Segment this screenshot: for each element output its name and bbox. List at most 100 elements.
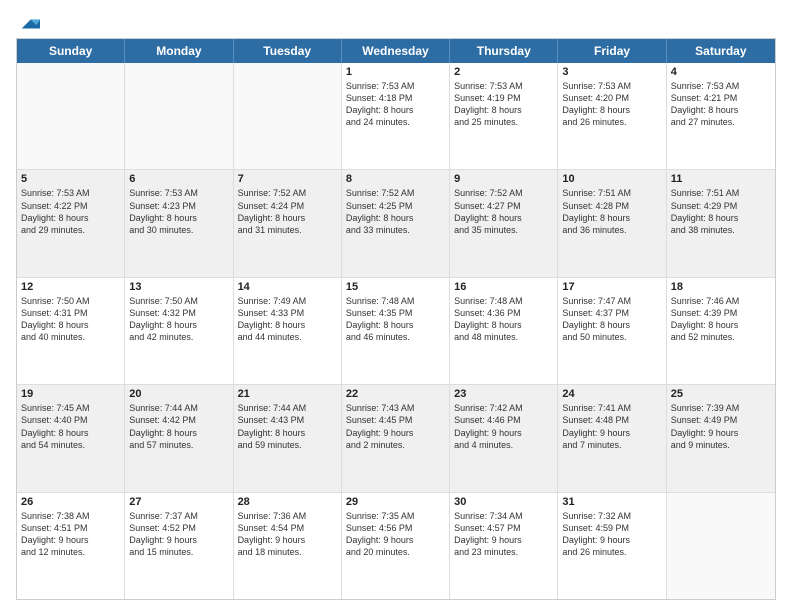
day-number: 27: [129, 496, 228, 508]
cell-info-text: Sunrise: 7:53 AM Sunset: 4:23 PM Dayligh…: [129, 187, 228, 236]
calendar-cell-2-5: 17Sunrise: 7:47 AM Sunset: 4:37 PM Dayli…: [558, 278, 666, 384]
calendar-cell-4-0: 26 Sunrise: 7:38 AM Sunset: 4:51 PM Dayli…: [17, 493, 125, 599]
day-number: 13: [129, 281, 228, 293]
header: [16, 12, 776, 30]
calendar-cell-2-2: 14 Sunrise: 7:49 AM Sunset: 4:33 PM Dayli…: [234, 278, 342, 384]
day-number: 23: [454, 388, 553, 400]
day-number: 29: [346, 496, 445, 508]
day-number: 22: [346, 388, 445, 400]
cell-info-text: Sunrise: 7:48 AM Sunset: 4:36 PM Dayligh…: [454, 295, 553, 344]
calendar-cell-1-1: 6 Sunrise: 7:53 AM Sunset: 4:23 PM Daylig…: [125, 170, 233, 276]
weekday-header-sunday: Sunday: [17, 39, 125, 63]
calendar-cell-1-4: 9Sunrise: 7:52 AM Sunset: 4:27 PM Daylig…: [450, 170, 558, 276]
calendar-cell-1-3: 8 Sunrise: 7:52 AM Sunset: 4:25 PM Daylig…: [342, 170, 450, 276]
cell-info-text: Sunrise: 7:45 AM Sunset: 4:40 PM Dayligh…: [21, 402, 120, 451]
calendar-cell-3-6: 25 Sunrise: 7:39 AM Sunset: 4:49 PM Dayli…: [667, 385, 775, 491]
calendar-cell-4-3: 29 Sunrise: 7:35 AM Sunset: 4:56 PM Dayli…: [342, 493, 450, 599]
calendar-cell-4-2: 28 Sunrise: 7:36 AM Sunset: 4:54 PM Dayli…: [234, 493, 342, 599]
cell-info-text: Sunrise: 7:44 AM Sunset: 4:42 PM Dayligh…: [129, 402, 228, 451]
calendar-cell-0-1: [125, 63, 233, 169]
calendar-row-3: 19Sunrise: 7:45 AM Sunset: 4:40 PM Dayli…: [17, 385, 775, 492]
cell-info-text: Sunrise: 7:51 AM Sunset: 4:28 PM Dayligh…: [562, 187, 661, 236]
calendar-cell-3-1: 20Sunrise: 7:44 AM Sunset: 4:42 PM Dayli…: [125, 385, 233, 491]
calendar-cell-0-4: 2 Sunrise: 7:53 AM Sunset: 4:19 PM Daylig…: [450, 63, 558, 169]
calendar-row-2: 12 Sunrise: 7:50 AM Sunset: 4:31 PM Dayli…: [17, 278, 775, 385]
day-number: 31: [562, 496, 661, 508]
weekday-header-monday: Monday: [125, 39, 233, 63]
calendar-row-1: 5Sunrise: 7:53 AM Sunset: 4:22 PM Daylig…: [17, 170, 775, 277]
day-number: 6: [129, 173, 228, 185]
cell-info-text: Sunrise: 7:42 AM Sunset: 4:46 PM Dayligh…: [454, 402, 553, 451]
calendar-cell-0-3: 1 Sunrise: 7:53 AM Sunset: 4:18 PM Daylig…: [342, 63, 450, 169]
calendar-cell-4-5: 31 Sunrise: 7:32 AM Sunset: 4:59 PM Dayli…: [558, 493, 666, 599]
calendar-cell-4-4: 30 Sunrise: 7:34 AM Sunset: 4:57 PM Dayli…: [450, 493, 558, 599]
day-number: 25: [671, 388, 771, 400]
page: SundayMondayTuesdayWednesdayThursdayFrid…: [0, 0, 792, 612]
cell-info-text: Sunrise: 7:36 AM Sunset: 4:54 PM Dayligh…: [238, 510, 337, 559]
logo: [16, 12, 40, 30]
weekday-header-saturday: Saturday: [667, 39, 775, 63]
day-number: 2: [454, 66, 553, 78]
calendar-cell-2-6: 18 Sunrise: 7:46 AM Sunset: 4:39 PM Dayli…: [667, 278, 775, 384]
cell-info-text: Sunrise: 7:43 AM Sunset: 4:45 PM Dayligh…: [346, 402, 445, 451]
calendar-cell-3-5: 24 Sunrise: 7:41 AM Sunset: 4:48 PM Dayli…: [558, 385, 666, 491]
cell-info-text: Sunrise: 7:53 AM Sunset: 4:18 PM Dayligh…: [346, 80, 445, 129]
cell-info-text: Sunrise: 7:41 AM Sunset: 4:48 PM Dayligh…: [562, 402, 661, 451]
day-number: 12: [21, 281, 120, 293]
weekday-header-friday: Friday: [558, 39, 666, 63]
day-number: 21: [238, 388, 337, 400]
cell-info-text: Sunrise: 7:52 AM Sunset: 4:24 PM Dayligh…: [238, 187, 337, 236]
cell-info-text: Sunrise: 7:34 AM Sunset: 4:57 PM Dayligh…: [454, 510, 553, 559]
calendar-cell-0-0: [17, 63, 125, 169]
logo-icon: [18, 12, 40, 34]
cell-info-text: Sunrise: 7:50 AM Sunset: 4:31 PM Dayligh…: [21, 295, 120, 344]
cell-info-text: Sunrise: 7:48 AM Sunset: 4:35 PM Dayligh…: [346, 295, 445, 344]
cell-info-text: Sunrise: 7:39 AM Sunset: 4:49 PM Dayligh…: [671, 402, 771, 451]
day-number: 17: [562, 281, 661, 293]
calendar-cell-3-3: 22 Sunrise: 7:43 AM Sunset: 4:45 PM Dayli…: [342, 385, 450, 491]
cell-info-text: Sunrise: 7:37 AM Sunset: 4:52 PM Dayligh…: [129, 510, 228, 559]
cell-info-text: Sunrise: 7:35 AM Sunset: 4:56 PM Dayligh…: [346, 510, 445, 559]
day-number: 16: [454, 281, 553, 293]
day-number: 28: [238, 496, 337, 508]
calendar-header: SundayMondayTuesdayWednesdayThursdayFrid…: [17, 39, 775, 63]
calendar-cell-2-0: 12 Sunrise: 7:50 AM Sunset: 4:31 PM Dayli…: [17, 278, 125, 384]
calendar-cell-1-2: 7 Sunrise: 7:52 AM Sunset: 4:24 PM Daylig…: [234, 170, 342, 276]
calendar-cell-4-1: 27 Sunrise: 7:37 AM Sunset: 4:52 PM Dayli…: [125, 493, 233, 599]
day-number: 30: [454, 496, 553, 508]
day-number: 3: [562, 66, 661, 78]
calendar-cell-3-0: 19Sunrise: 7:45 AM Sunset: 4:40 PM Dayli…: [17, 385, 125, 491]
day-number: 14: [238, 281, 337, 293]
cell-info-text: Sunrise: 7:49 AM Sunset: 4:33 PM Dayligh…: [238, 295, 337, 344]
cell-info-text: Sunrise: 7:46 AM Sunset: 4:39 PM Dayligh…: [671, 295, 771, 344]
day-number: 1: [346, 66, 445, 78]
cell-info-text: Sunrise: 7:51 AM Sunset: 4:29 PM Dayligh…: [671, 187, 771, 236]
day-number: 8: [346, 173, 445, 185]
weekday-header-wednesday: Wednesday: [342, 39, 450, 63]
cell-info-text: Sunrise: 7:52 AM Sunset: 4:25 PM Dayligh…: [346, 187, 445, 236]
calendar-cell-0-2: [234, 63, 342, 169]
calendar-cell-1-0: 5Sunrise: 7:53 AM Sunset: 4:22 PM Daylig…: [17, 170, 125, 276]
day-number: 5: [21, 173, 120, 185]
day-number: 4: [671, 66, 771, 78]
day-number: 9: [454, 173, 553, 185]
day-number: 18: [671, 281, 771, 293]
day-number: 26: [21, 496, 120, 508]
calendar-row-4: 26 Sunrise: 7:38 AM Sunset: 4:51 PM Dayli…: [17, 493, 775, 599]
cell-info-text: Sunrise: 7:50 AM Sunset: 4:32 PM Dayligh…: [129, 295, 228, 344]
calendar-cell-0-6: 4 Sunrise: 7:53 AM Sunset: 4:21 PM Daylig…: [667, 63, 775, 169]
weekday-header-tuesday: Tuesday: [234, 39, 342, 63]
calendar-cell-2-4: 16 Sunrise: 7:48 AM Sunset: 4:36 PM Dayli…: [450, 278, 558, 384]
cell-info-text: Sunrise: 7:38 AM Sunset: 4:51 PM Dayligh…: [21, 510, 120, 559]
calendar-body: 1 Sunrise: 7:53 AM Sunset: 4:18 PM Daylig…: [17, 63, 775, 599]
day-number: 7: [238, 173, 337, 185]
day-number: 15: [346, 281, 445, 293]
calendar-cell-3-2: 21Sunrise: 7:44 AM Sunset: 4:43 PM Dayli…: [234, 385, 342, 491]
calendar-cell-2-1: 13 Sunrise: 7:50 AM Sunset: 4:32 PM Dayli…: [125, 278, 233, 384]
day-number: 24: [562, 388, 661, 400]
calendar-cell-1-6: 11Sunrise: 7:51 AM Sunset: 4:29 PM Dayli…: [667, 170, 775, 276]
cell-info-text: Sunrise: 7:32 AM Sunset: 4:59 PM Dayligh…: [562, 510, 661, 559]
cell-info-text: Sunrise: 7:53 AM Sunset: 4:21 PM Dayligh…: [671, 80, 771, 129]
calendar-row-0: 1 Sunrise: 7:53 AM Sunset: 4:18 PM Daylig…: [17, 63, 775, 170]
cell-info-text: Sunrise: 7:53 AM Sunset: 4:19 PM Dayligh…: [454, 80, 553, 129]
